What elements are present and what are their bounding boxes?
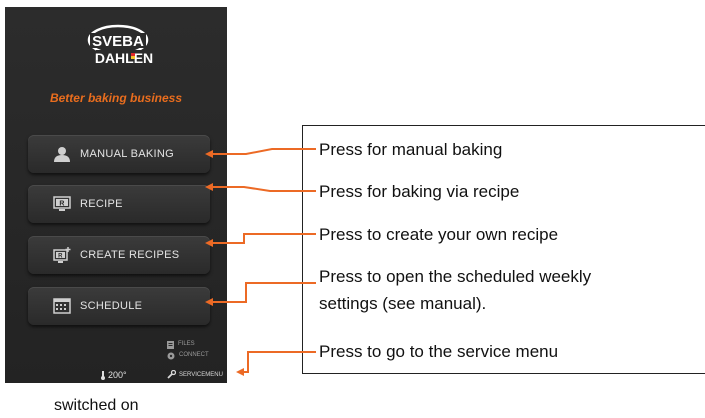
arrow-recipe: [205, 183, 316, 192]
arrow-manual-baking: [205, 148, 316, 158]
arrow-schedule: [205, 282, 316, 306]
arrow-service-menu: [236, 351, 316, 376]
caption: switched on: [54, 397, 139, 414]
arrow-create-recipe: [205, 233, 316, 247]
callout-arrows: [205, 148, 316, 376]
